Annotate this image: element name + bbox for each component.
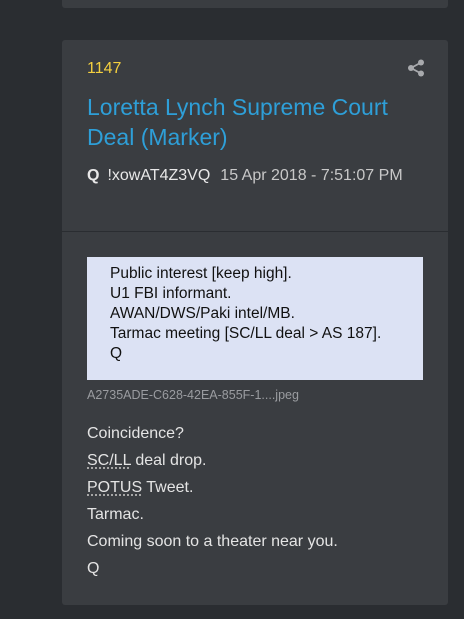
body-line: POTUS Tweet. [87, 474, 427, 501]
body-line: Coincidence? [87, 425, 184, 442]
attachment-image[interactable]: Public interest [keep high]. U1 FBI info… [87, 257, 423, 380]
divider [62, 231, 448, 232]
body-line: Q [87, 560, 100, 577]
body-line: Coming soon to a theater near you. [87, 533, 338, 550]
previous-post-card [62, 0, 448, 8]
body-line: SC/LL deal drop. [87, 447, 427, 474]
post-meta: Q !xowAT4Z3VQ 15 Apr 2018 - 7:51:07 PM [87, 164, 427, 188]
tripcode: !xowAT4Z3VQ [107, 167, 211, 184]
post-number[interactable]: 1147 [87, 60, 121, 78]
body-line: Tarmac. [87, 506, 144, 523]
post-body: Coincidence? SC/LL deal drop. POTUS Twee… [87, 420, 427, 582]
body-line-text: deal drop. [130, 452, 207, 469]
body-line-text: Tweet. [142, 479, 194, 496]
share-icon[interactable] [406, 58, 426, 78]
attachment-image-text: Public interest [keep high]. U1 FBI info… [110, 265, 382, 362]
post-timestamp: 15 Apr 2018 - 7:51:07 PM [220, 167, 403, 184]
post-card: 1147 Loretta Lynch Supreme Court Deal (M… [62, 40, 448, 605]
post-title[interactable]: Loretta Lynch Supreme Court Deal (Marker… [87, 92, 427, 152]
abbreviation[interactable]: SC/LL [87, 452, 131, 469]
attachment-filename[interactable]: A2735ADE-C628-42EA-855F-1....jpeg [87, 388, 299, 402]
abbreviation[interactable]: POTUS [87, 479, 142, 496]
author-name: Q [87, 167, 100, 184]
